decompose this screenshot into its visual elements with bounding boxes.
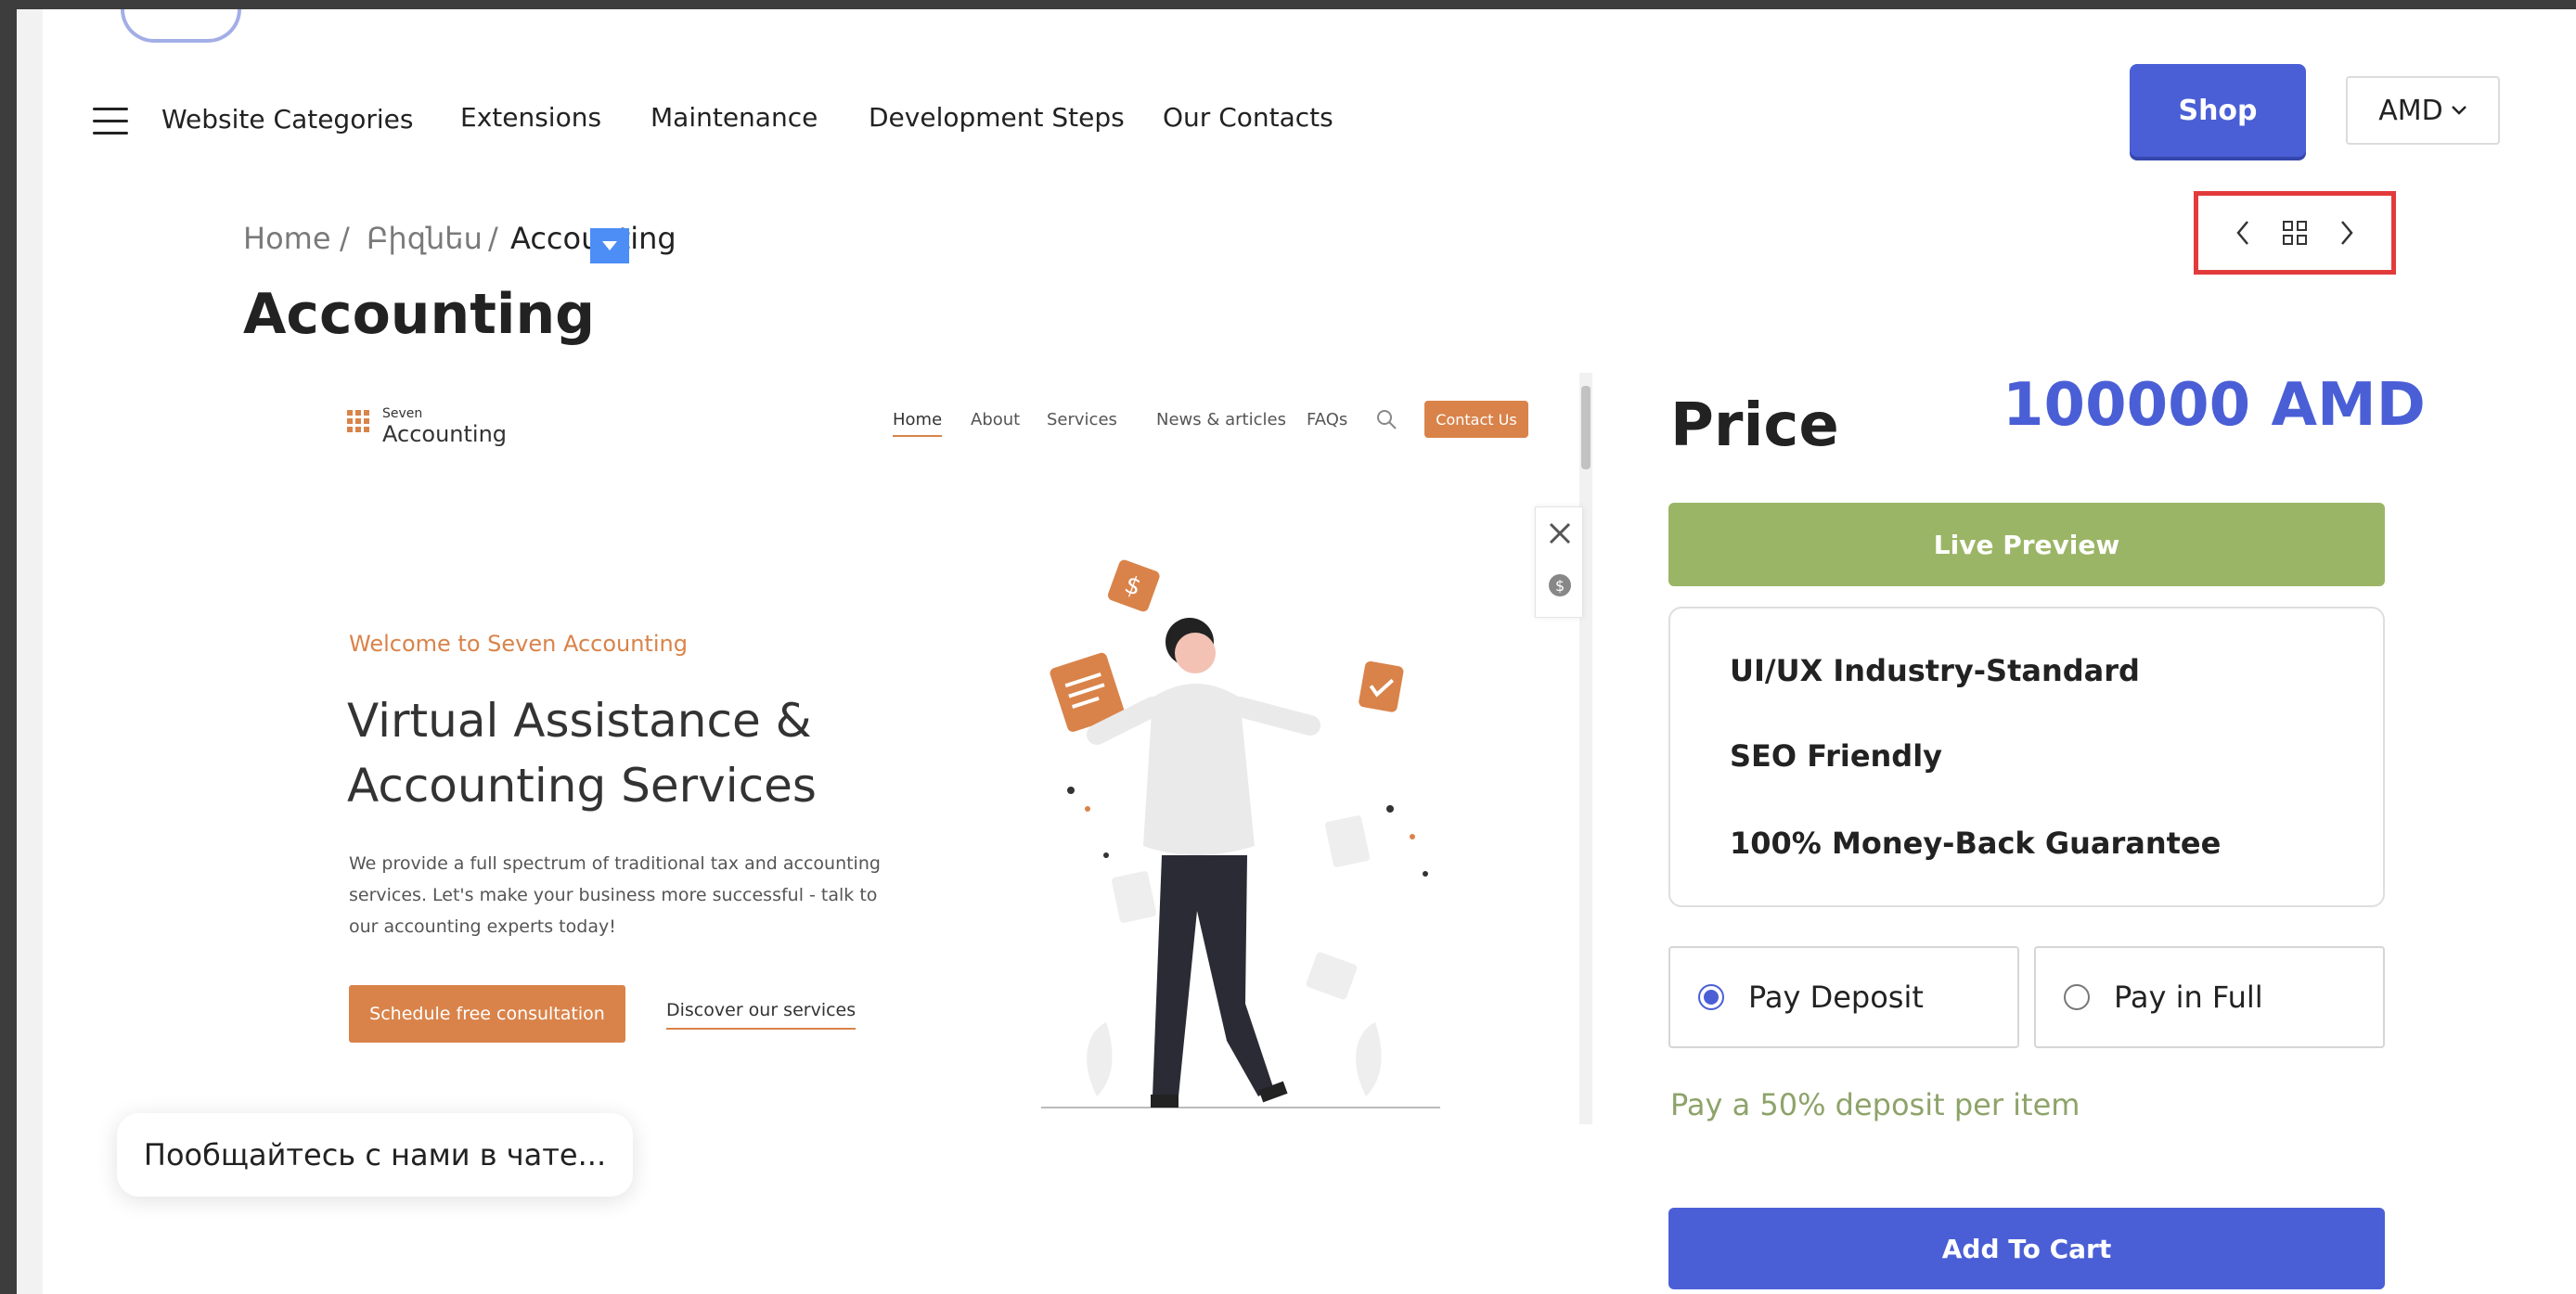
nav-our-contacts[interactable]: Our Contacts (1163, 102, 1333, 133)
menu-icon[interactable] (93, 108, 128, 135)
breadcrumb-parent[interactable]: Բիզնես (367, 221, 483, 256)
pay-deposit-label: Pay Deposit (1748, 980, 1924, 1015)
chevron-down-icon (2451, 106, 2467, 115)
dollar-icon[interactable]: $ (1547, 572, 1573, 598)
preview-description: We provide a full spectrum of traditiona… (349, 853, 881, 937)
breadcrumb-separator: / (488, 221, 498, 256)
woman-juggling-illustration: $ (1041, 559, 1440, 1108)
chevron-right-icon[interactable] (2339, 220, 2354, 246)
price-value: 100000 AMD (2003, 371, 2426, 440)
grid-icon[interactable] (2282, 220, 2308, 246)
chat-widget[interactable]: Пообщайтесь с нами в чате... (117, 1113, 633, 1197)
add-to-cart-button[interactable]: Add To Cart (1668, 1208, 2385, 1289)
preview-schedule-button[interactable]: Schedule free consultation (349, 985, 625, 1043)
nav-maintenance[interactable]: Maintenance (650, 102, 818, 133)
preview-logo-big: Accounting (382, 421, 508, 447)
product-page: Website Categories Extensions Maintenanc… (43, 9, 2576, 1294)
product-pager (2194, 191, 2396, 275)
preview-welcome: Welcome to Seven Accounting (349, 631, 688, 657)
shop-button[interactable]: Shop (2130, 64, 2306, 157)
preview-logo-small: Seven (382, 406, 423, 421)
pay-full-radio[interactable] (2064, 984, 2090, 1010)
site-logo[interactable] (121, 9, 241, 43)
feature-item: UI/UX Industry-Standard (1730, 653, 2140, 688)
pay-deposit-option[interactable]: Pay Deposit (1668, 946, 2019, 1048)
cursor-marker-icon (590, 228, 629, 263)
page-title: Accounting (243, 282, 596, 347)
pay-full-option[interactable]: Pay in Full (2034, 946, 2385, 1048)
preview-nav-news[interactable]: News & articles (1156, 410, 1286, 429)
preview-search-icon[interactable] (1375, 408, 1397, 430)
preview-logo-icon (347, 410, 369, 438)
browser-frame: Website Categories Extensions Maintenanc… (17, 9, 2576, 1294)
pay-deposit-radio[interactable] (1698, 984, 1724, 1010)
currency-select[interactable]: AMD (2346, 76, 2500, 145)
nav-development-steps[interactable]: Development Steps (869, 102, 1125, 133)
preview-toolbar: $ (1535, 506, 1583, 618)
preview-scrollbar[interactable] (1579, 373, 1592, 1124)
features-list: UI/UX Industry-Standard SEO Friendly 100… (1668, 607, 2385, 907)
tools-icon[interactable] (1547, 520, 1573, 546)
breadcrumb-separator: / (340, 221, 350, 256)
preview-nav-home[interactable]: Home (893, 410, 943, 437)
template-preview[interactable]: Seven Accounting Home About Services New… (243, 373, 1609, 1122)
preview-headline: Virtual Assistance & Accounting Services (347, 694, 817, 813)
nav-extensions[interactable]: Extensions (460, 102, 601, 133)
chevron-left-icon[interactable] (2235, 220, 2250, 246)
preview-contact-button[interactable]: Contact Us (1424, 401, 1528, 438)
breadcrumb-home[interactable]: Home (243, 221, 331, 256)
preview-discover-link[interactable]: Discover our services (666, 1000, 857, 1030)
svg-text:$: $ (1555, 577, 1565, 595)
live-preview-button[interactable]: Live Preview (1668, 503, 2385, 586)
currency-value: AMD (2378, 94, 2443, 127)
pay-full-label: Pay in Full (2114, 980, 2263, 1015)
feature-item: 100% Money-Back Guarantee (1730, 826, 2222, 861)
preview-nav-services[interactable]: Services (1047, 410, 1117, 429)
preview-nav-faqs[interactable]: FAQs (1307, 410, 1347, 429)
nav-website-categories[interactable]: Website Categories (161, 104, 413, 135)
feature-item: SEO Friendly (1730, 738, 1943, 774)
preview-nav-about[interactable]: About (971, 410, 1020, 429)
deposit-note: Pay a 50% deposit per item (1670, 1087, 2080, 1122)
price-label: Price (1670, 391, 1839, 460)
